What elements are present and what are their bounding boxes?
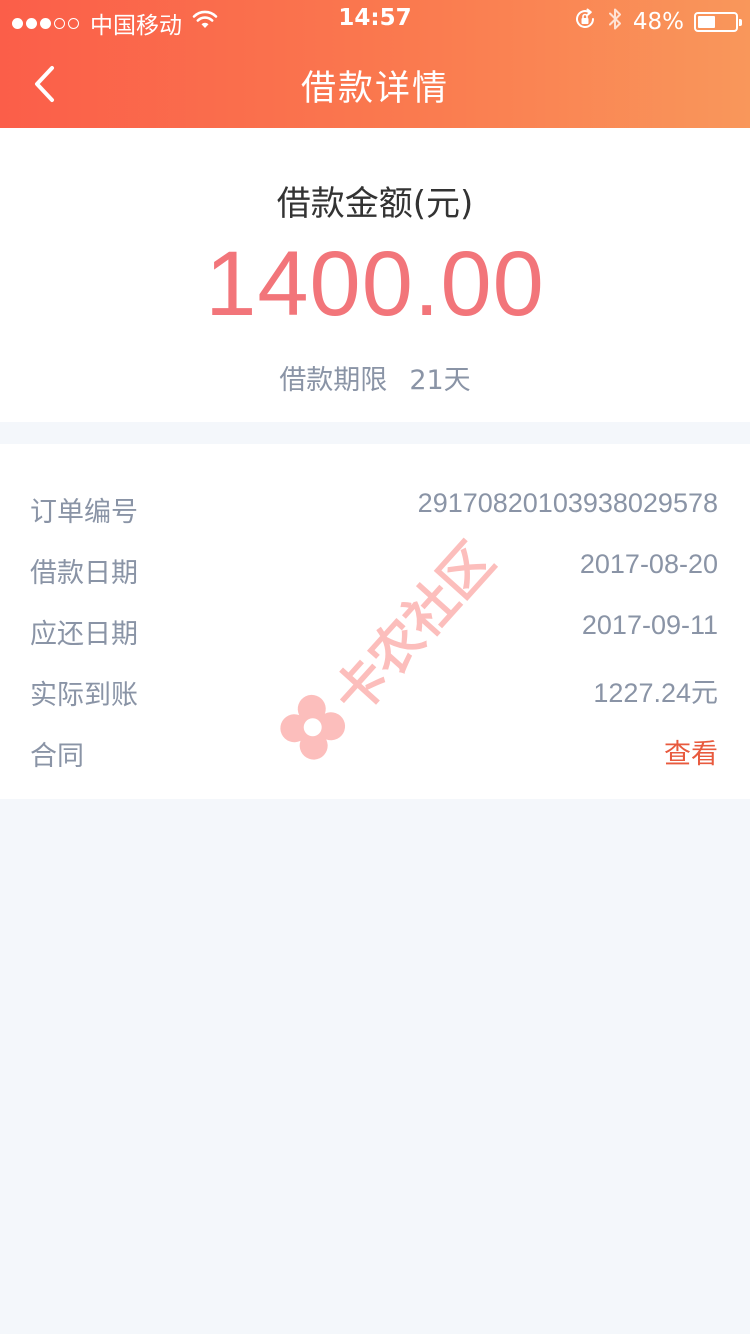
detail-label: 实际到账 [30,680,138,711]
detail-label: 订单编号 [30,497,138,528]
battery-level [698,16,716,28]
detail-row-contract: 合同 查看 [30,726,718,774]
bluetooth-icon [607,6,623,38]
received-amount-value: 1227.24元 [593,678,718,708]
rotation-lock-icon [573,7,597,37]
status-right: 48% [563,6,742,38]
detail-row-order-number: 订单编号 2917082010393802957​8 [30,482,718,530]
detail-row-due-date: 应还日期 2017-09-11 [30,604,718,652]
loan-details: 订单编号 2917082010393802957​8 借款日期 2017-08-… [0,444,750,799]
detail-row-loan-date: 借款日期 2017-08-20 [30,543,718,591]
detail-row-received-amount: 实际到账 1227.24元 [30,665,718,713]
order-number-value: 2917082010393802957​8 [417,488,718,518]
page-title: 借款详情 [300,69,449,109]
term-value: 21天 [409,365,471,396]
loan-term: 借款期限 21天 [0,358,750,397]
detail-label: 借款日期 [30,558,138,589]
due-date-value: 2017-09-11 [581,610,718,640]
nav-bar: 借款详情 [0,40,750,128]
loan-date-value: 2017-08-20 [579,549,718,579]
header: 中国移动 14:57 48% 借款详情 [0,0,750,128]
detail-label: 合同 [30,741,84,772]
battery-icon [694,12,742,32]
loan-summary: 借款金额(元) 1400.00 借款期限 21天 [0,128,750,422]
term-label: 借款期限 [279,365,388,396]
detail-label: 应还日期 [30,619,138,650]
view-contract-link[interactable]: 查看 [664,732,718,771]
battery-percent: 48% [632,9,684,35]
status-bar: 中国移动 14:57 48% [0,0,750,40]
amount-value: 1400.00 [205,233,545,335]
amount-label: 借款金额(元) [276,184,474,224]
